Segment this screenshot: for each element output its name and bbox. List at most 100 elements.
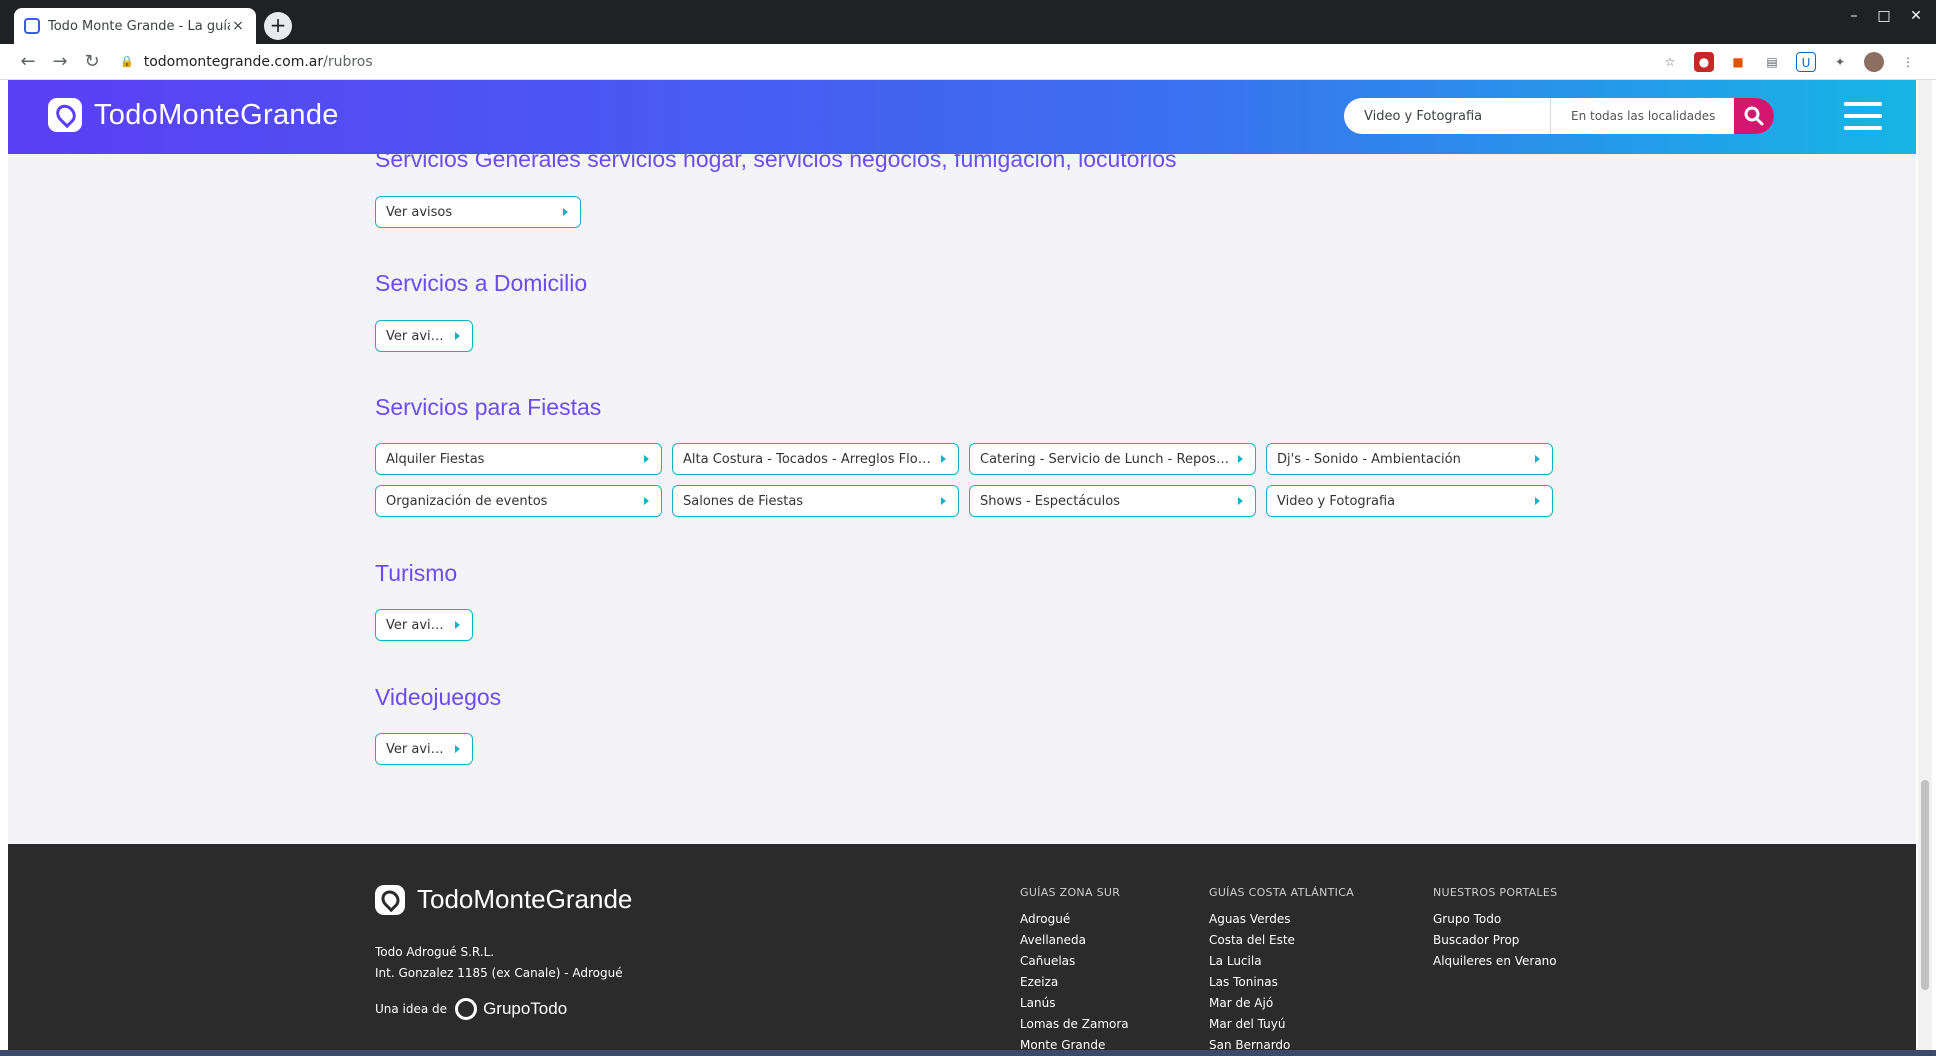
caret-right-icon <box>455 621 460 629</box>
tab-title: Todo Monte Grande - La guía de <box>48 18 230 34</box>
caret-right-icon <box>941 455 946 463</box>
rubro-alta-costura-button[interactable]: Alta Costura - Tocados - Arreglos Floral… <box>672 443 959 475</box>
footer-link[interactable]: La Lucila <box>1209 951 1354 972</box>
extensions-bar: ☆ ● ■ ▤ U ✦ ⋮ <box>1660 52 1918 72</box>
profile-avatar[interactable] <box>1864 52 1884 72</box>
grupotodo-link[interactable]: GrupoTodo <box>455 998 567 1020</box>
rubro-djs-sonido-button[interactable]: Dj's - Sonido - Ambientación <box>1266 443 1553 475</box>
section-title: Turismo <box>375 560 458 586</box>
section-title: Servicios para Fiestas <box>375 394 602 420</box>
browser-tab-bar: Todo Monte Grande - La guía de × + – □ ✕ <box>0 0 1936 44</box>
tab-close-icon[interactable]: × <box>230 18 246 34</box>
idea-label: Una idea de <box>375 1002 448 1016</box>
location-pin-logo-icon <box>48 98 82 132</box>
footer-link[interactable]: Alquileres en Verano <box>1433 951 1557 972</box>
caret-right-icon <box>1535 455 1540 463</box>
ver-avisos-button[interactable]: Ver avisos <box>375 609 473 641</box>
rubro-catering-button[interactable]: Catering - Servicio de Lunch - Reposterí… <box>969 443 1256 475</box>
ver-avisos-button[interactable]: Ver avisos <box>375 733 473 765</box>
caret-right-icon <box>1238 455 1243 463</box>
hamburger-menu-icon[interactable] <box>1844 102 1882 132</box>
ui-extension-icon[interactable]: U <box>1796 52 1816 72</box>
browser-tab[interactable]: Todo Monte Grande - La guía de × <box>14 8 256 44</box>
footer-link[interactable]: Avellaneda <box>1020 930 1129 951</box>
company-name: Todo Adrogué S.R.L. <box>375 945 495 959</box>
footer-link[interactable]: Adrogué <box>1020 909 1129 930</box>
browser-toolbar: ← → ↻ 🔒 todomontegrande.com.ar/rubros ☆ … <box>0 44 1936 80</box>
rubro-alquiler-fiestas-button[interactable]: Alquiler Fiestas <box>375 443 662 475</box>
lock-icon: 🔒 <box>120 55 134 68</box>
footer-column-zona-sur: GUÍAS ZONA SUR Adrogué Avellaneda Cañuel… <box>1020 886 1129 1056</box>
footer-link[interactable]: Grupo Todo <box>1433 909 1557 930</box>
search-input[interactable] <box>1344 98 1551 134</box>
extension-red-icon[interactable]: ● <box>1694 52 1714 72</box>
footer-link[interactable]: Costa del Este <box>1209 930 1354 951</box>
caret-right-icon <box>644 455 649 463</box>
footer-link[interactable]: Mar del Tuyú <box>1209 1014 1354 1035</box>
search-button[interactable] <box>1734 98 1774 134</box>
site-header: TodoMonteGrande En todas las localidades… <box>8 80 1916 154</box>
new-tab-button[interactable]: + <box>264 12 292 40</box>
footer-column-heading: GUÍAS COSTA ATLÁNTICA <box>1209 886 1355 899</box>
page-scrollbar[interactable] <box>1918 80 1932 1050</box>
section-title: Servicios Generales servicios hogar, ser… <box>375 154 1177 172</box>
forward-arrow-icon[interactable]: → <box>50 52 70 72</box>
caret-right-icon <box>1535 497 1540 505</box>
location-select[interactable]: En todas las localidades ∨ <box>1551 98 1758 134</box>
footer-column-portales: NUESTROS PORTALES Grupo Todo Buscador Pr… <box>1433 886 1557 972</box>
caret-right-icon <box>941 497 946 505</box>
section-title: Servicios a Domicilio <box>375 270 588 296</box>
footer-link[interactable]: Aguas Verdes <box>1209 909 1354 930</box>
rubro-organizacion-eventos-button[interactable]: Organización de eventos <box>375 485 662 517</box>
rubro-video-fotografia-button[interactable]: Video y Fotografia <box>1266 485 1553 517</box>
footer-column-heading: GUÍAS ZONA SUR <box>1020 886 1121 899</box>
caret-right-icon <box>563 208 568 216</box>
bookmark-star-icon[interactable]: ☆ <box>1660 52 1680 72</box>
location-pin-logo-icon <box>375 884 405 915</box>
puzzle-extensions-icon[interactable]: ✦ <box>1830 52 1850 72</box>
rubro-shows-button[interactable]: Shows - Espectáculos <box>969 485 1256 517</box>
os-taskbar <box>0 1050 1936 1056</box>
footer-link[interactable]: Cañuelas <box>1020 951 1129 972</box>
footer-link[interactable]: Buscador Prop <box>1433 930 1557 951</box>
kebab-menu-icon[interactable]: ⋮ <box>1898 52 1918 72</box>
caret-right-icon <box>1238 497 1243 505</box>
rubro-salones-fiestas-button[interactable]: Salones de Fiestas <box>672 485 959 517</box>
cast-extension-icon[interactable]: ▤ <box>1762 52 1782 72</box>
grupotodo-logo-icon <box>455 998 478 1020</box>
company-address: Int. Gonzalez 1185 (ex Canale) - Adrogué <box>375 966 623 980</box>
footer-link[interactable]: Las Toninas <box>1209 972 1354 993</box>
footer-column-heading: NUESTROS PORTALES <box>1433 886 1558 899</box>
search-icon <box>1744 106 1764 126</box>
office-extension-icon[interactable]: ■ <box>1728 52 1748 72</box>
section-title: Videojuegos <box>375 684 502 710</box>
location-select-value: En todas las localidades <box>1571 109 1716 123</box>
caret-right-icon <box>455 745 460 753</box>
footer-link[interactable]: Ezeiza <box>1020 972 1129 993</box>
site-logo[interactable]: TodoMonteGrande <box>48 98 339 132</box>
ver-avisos-button[interactable]: Ver avisos <box>375 196 581 228</box>
scrollbar-thumb[interactable] <box>1921 780 1929 990</box>
caret-right-icon <box>644 497 649 505</box>
footer-logo[interactable]: TodoMonteGrande <box>375 884 632 915</box>
brand-name: TodoMonteGrande <box>94 98 339 131</box>
idea-credit: Una idea de GrupoTodo <box>375 998 567 1020</box>
footer-link[interactable]: Lanús <box>1020 993 1129 1014</box>
search-bar: En todas las localidades ∨ <box>1344 98 1774 134</box>
caret-right-icon <box>455 332 460 340</box>
window-close-icon[interactable]: ✕ <box>1898 6 1934 26</box>
footer-column-costa-atlantica: GUÍAS COSTA ATLÁNTICA Aguas Verdes Costa… <box>1209 886 1354 1056</box>
site-footer: TodoMonteGrande Todo Adrogué S.R.L. Int.… <box>8 844 1916 1056</box>
rubros-list: Servicios Generales servicios hogar, ser… <box>8 154 1916 844</box>
footer-link[interactable]: Lomas de Zamora <box>1020 1014 1129 1035</box>
ver-avisos-button[interactable]: Ver avisos <box>375 320 473 352</box>
site-favicon-icon <box>24 18 40 34</box>
url-host: todomontegrande.com.ar <box>143 54 324 70</box>
url-path: /rubros <box>323 54 373 70</box>
footer-link[interactable]: Mar de Ajó <box>1209 993 1354 1014</box>
maximize-icon[interactable]: □ <box>1866 6 1902 26</box>
address-bar[interactable]: 🔒 todomontegrande.com.ar/rubros <box>120 49 1690 75</box>
footer-brand-name: TodoMonteGrande <box>417 884 633 914</box>
reload-icon[interactable]: ↻ <box>82 52 102 72</box>
back-arrow-icon[interactable]: ← <box>18 52 38 72</box>
